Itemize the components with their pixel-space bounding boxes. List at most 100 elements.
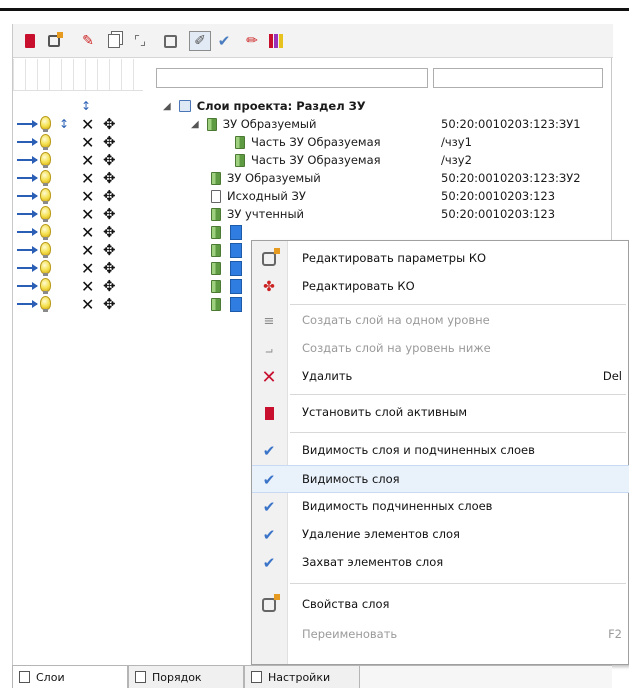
delete-x-icon[interactable]: ✕ (81, 241, 94, 260)
edit-mode-icon[interactable]: ✐ (189, 31, 211, 51)
layer-name-filter-input[interactable] (156, 68, 428, 88)
move-icon[interactable]: ✥ (103, 205, 116, 223)
menu-item-visibility-children[interactable]: ✔ Видимость подчиненных слоев (252, 493, 629, 521)
selected-layer-marker (230, 261, 242, 276)
move-icon[interactable]: ✥ (103, 295, 116, 313)
menu-item-label: Переименовать (302, 627, 398, 641)
menu-item-label: Создать слой на одном уровне (302, 313, 490, 327)
zoom-to-layer-icon[interactable] (159, 31, 181, 51)
delete-x-icon[interactable]: ✕ (81, 133, 94, 152)
tree-node-label: Исходный ЗУ (227, 189, 306, 203)
edit-ko-icon[interactable]: ✎ (77, 31, 99, 51)
arrow-icon[interactable] (17, 138, 38, 146)
arrow-icon[interactable] (17, 120, 38, 128)
menu-item-label: Видимость слоя (302, 472, 400, 486)
arrow-icon[interactable] (17, 282, 38, 290)
edit-params-icon (258, 248, 280, 268)
visibility-bulb-icon[interactable] (40, 242, 51, 258)
menu-item-edit-ko[interactable]: ✤ Редактировать КО (252, 273, 629, 301)
context-menu: Редактировать параметры КО ✤ Редактирова… (251, 240, 629, 665)
menu-item-visibility-layer[interactable]: ✔ Видимость слоя (252, 465, 629, 493)
collapse-triangle-icon[interactable]: ◢ (191, 119, 199, 130)
tab-layers[interactable]: Слои (12, 666, 128, 688)
move-icon[interactable]: ✥ (103, 277, 116, 295)
menu-separator (290, 394, 626, 395)
visibility-bulb-icon[interactable] (40, 278, 51, 294)
tab-order[interactable]: Порядок (128, 666, 244, 688)
layer-properties-icon[interactable] (43, 31, 65, 51)
menu-item-delete-elements[interactable]: ✔ Удаление элементов слоя (252, 521, 629, 549)
check-icon: ✔ (262, 498, 276, 516)
move-icon[interactable]: ✥ (103, 259, 116, 277)
delete-x-icon[interactable]: ✕ (81, 295, 94, 314)
delete-x-icon[interactable]: ✕ (81, 277, 94, 296)
delete-x-icon[interactable]: ✕ (81, 115, 94, 134)
selected-layer-marker (230, 279, 242, 294)
layer-icon (235, 153, 245, 167)
edit-ko-icon: ✤ (263, 279, 275, 295)
visibility-bulb-icon[interactable] (40, 188, 51, 204)
brackets-icon[interactable]: ⌜⌟ (129, 31, 151, 51)
pen-icon[interactable]: ✏ (241, 31, 263, 51)
delete-x-icon[interactable]: ✕ (81, 187, 94, 206)
delete-icon: ✕ (261, 366, 277, 388)
order-tab-icon (135, 671, 146, 683)
arrow-icon[interactable] (17, 156, 38, 164)
palette-icon[interactable] (265, 31, 287, 51)
tree-node-label: ЗУ Образуемый (222, 117, 317, 131)
tree-node-label: ЗУ Образуемый (227, 171, 321, 185)
arrow-icon[interactable] (17, 192, 38, 200)
visibility-bulb-icon[interactable] (40, 260, 51, 276)
move-icon[interactable]: ✥ (103, 241, 116, 259)
arrow-icon[interactable] (17, 210, 38, 218)
visibility-bulb-icon[interactable] (40, 170, 51, 186)
active-layer-icon[interactable] (19, 31, 41, 51)
distribute-icon[interactable]: ↕ (81, 99, 91, 113)
arrow-icon[interactable] (17, 228, 38, 236)
distribute-icon[interactable]: ↕ (59, 117, 69, 131)
menu-item-edit-params[interactable]: Редактировать параметры КО (252, 245, 629, 273)
arrow-icon[interactable] (17, 300, 38, 308)
delete-x-icon[interactable]: ✕ (81, 205, 94, 224)
move-icon[interactable]: ✥ (103, 187, 116, 205)
visibility-bulb-icon[interactable] (40, 152, 51, 168)
cadastral-filter-input[interactable] (433, 68, 603, 88)
arrow-icon[interactable] (17, 174, 38, 182)
menu-item-set-active[interactable]: Установить слой активным (252, 399, 629, 427)
move-icon[interactable]: ✥ (103, 151, 116, 169)
create-child-layer-icon: ⨼ (265, 341, 273, 357)
check-icon: ✔ (262, 442, 276, 460)
arrow-icon[interactable] (17, 264, 38, 272)
visibility-bulb-icon[interactable] (40, 116, 51, 132)
arrow-icon[interactable] (17, 246, 38, 254)
tab-settings[interactable]: Настройки (244, 666, 360, 688)
check-icon: ✔ (262, 526, 276, 544)
layer-icon (211, 244, 221, 257)
menu-item-capture-elements[interactable]: ✔ Захват элементов слоя (252, 549, 629, 577)
tree-node-value: 50:20:0010203:123 (441, 207, 556, 221)
check-icon: ✔ (262, 554, 276, 572)
check-icon[interactable]: ✔ (213, 31, 235, 51)
menu-item-label: Видимость подчиненных слоев (302, 499, 493, 513)
menu-item-layer-properties[interactable]: Свойства слоя (252, 591, 629, 619)
menu-item-shortcut: Del (602, 369, 622, 383)
move-icon[interactable]: ✥ (103, 115, 116, 133)
move-icon[interactable]: ✥ (103, 133, 116, 151)
copy-icon[interactable] (103, 31, 125, 51)
delete-x-icon[interactable]: ✕ (81, 223, 94, 242)
visibility-bulb-icon[interactable] (40, 296, 51, 312)
menu-item-delete[interactable]: ✕ Удалить Del (252, 363, 629, 391)
visibility-bulb-icon[interactable] (40, 134, 51, 150)
visibility-bulb-icon[interactable] (40, 206, 51, 222)
delete-x-icon[interactable]: ✕ (81, 169, 94, 188)
move-icon[interactable]: ✥ (103, 169, 116, 187)
visibility-bulb-icon[interactable] (40, 224, 51, 240)
delete-x-icon[interactable]: ✕ (81, 259, 94, 278)
layer-icon (211, 262, 221, 275)
menu-item-visibility-all[interactable]: ✔ Видимость слоя и подчиненных слоев (252, 437, 629, 465)
tree-node-value: /чзу1 (441, 135, 472, 149)
collapse-triangle-icon[interactable]: ◢ (163, 101, 171, 112)
move-icon[interactable]: ✥ (103, 223, 116, 241)
tree-node-value: /чзу2 (441, 153, 472, 167)
delete-x-icon[interactable]: ✕ (81, 151, 94, 170)
